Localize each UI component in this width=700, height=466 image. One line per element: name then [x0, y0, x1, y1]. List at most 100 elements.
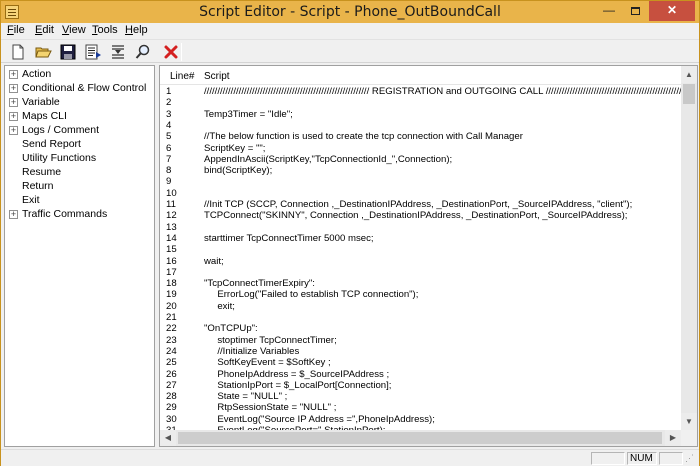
tree-item-variable[interactable]: + Variable — [9, 96, 60, 110]
code-line[interactable]: 8 bind(ScriptKey); — [160, 165, 681, 176]
code-text[interactable]: stoptimer TcpConnectTimer; — [204, 335, 336, 346]
new-file-icon[interactable] — [9, 43, 27, 61]
code-line[interactable]: 29 RtpSessionState = "NULL" ; — [160, 402, 681, 413]
code-text[interactable]: //Initialize Variables — [204, 346, 299, 357]
code-line[interactable]: 3 Temp3Timer = "Idle"; — [160, 109, 681, 120]
code-line[interactable]: 22 "OnTCPUp": — [160, 323, 681, 334]
code-line[interactable]: 28 State = "NULL" ; — [160, 391, 681, 402]
status-cell-blank — [591, 452, 625, 465]
menu-edit[interactable]: Edit — [35, 24, 54, 36]
status-cell-blank-2 — [659, 452, 683, 465]
menu-file[interactable]: File — [7, 24, 25, 36]
open-folder-icon[interactable] — [34, 43, 52, 61]
tree-item-return[interactable]: Return — [9, 180, 54, 194]
code-text[interactable]: ScriptKey = ""; — [204, 143, 265, 154]
code-line[interactable]: 4 — [160, 120, 681, 131]
code-text[interactable]: "OnTCPUp": — [204, 323, 258, 334]
code-line[interactable]: 5 //The below function is used to create … — [160, 131, 681, 142]
minimize-button[interactable]: — — [596, 1, 622, 21]
code-text[interactable]: ErrorLog("Failed to establish TCP connec… — [204, 289, 418, 300]
tree-item-utility-functions[interactable]: Utility Functions — [9, 152, 96, 166]
expand-icon[interactable]: + — [9, 83, 18, 93]
code-line[interactable]: 11 //Init TCP (SCCP, Connection ,_Destina… — [160, 199, 681, 210]
scrollbar-corner — [681, 430, 697, 446]
code-text[interactable]: //Init TCP (SCCP, Connection ,_Destinati… — [204, 199, 632, 210]
tree-item-maps-cli[interactable]: + Maps CLI — [9, 110, 67, 124]
code-line[interactable]: 10 — [160, 188, 681, 199]
code-line[interactable]: 26 PhoneIpAddress = $_SourceIPAddress ; — [160, 369, 681, 380]
code-line[interactable]: 20 exit; — [160, 301, 681, 312]
code-text[interactable]: "TcpConnectTimerExpiry": — [204, 278, 315, 289]
code-text[interactable]: Temp3Timer = "Idle"; — [204, 109, 293, 120]
code-text[interactable]: StationIpPort = $_LocalPort[Connection]; — [204, 380, 391, 391]
code-line[interactable]: 23 stoptimer TcpConnectTimer; — [160, 335, 681, 346]
code-line[interactable]: 14 starttimer TcpConnectTimer 5000 msec; — [160, 233, 681, 244]
expand-icon[interactable]: + — [9, 125, 18, 135]
delete-x-icon[interactable] — [162, 43, 180, 61]
code-line[interactable]: 17 — [160, 267, 681, 278]
tree-item-logs-comment[interactable]: + Logs / Comment — [9, 124, 99, 138]
code-text[interactable]: TCPConnect("SKINNY", Connection ,_Destin… — [204, 210, 627, 221]
vertical-scroll-thumb[interactable] — [683, 84, 695, 104]
scroll-right-icon[interactable]: ▶ — [665, 430, 681, 446]
code-line[interactable]: 12 TCPConnect("SKINNY", Connection ,_Dest… — [160, 210, 681, 221]
code-line[interactable]: 15 — [160, 244, 681, 255]
code-line[interactable]: 16 wait; — [160, 256, 681, 267]
code-line[interactable]: 21 — [160, 312, 681, 323]
code-line[interactable]: 7 AppendInAscii(ScriptKey,"TcpConnectionI… — [160, 154, 681, 165]
code-text[interactable]: ////////////////////////////////////////… — [204, 86, 697, 97]
code-line[interactable]: 13 — [160, 222, 681, 233]
expand-icon[interactable]: + — [9, 97, 18, 107]
code-line[interactable]: 9 — [160, 176, 681, 187]
scroll-left-icon[interactable]: ◀ — [160, 430, 176, 446]
editor-header: Line# Script — [160, 66, 681, 85]
vertical-scrollbar[interactable]: ▲ ▼ — [681, 66, 697, 430]
close-button[interactable]: ✕ — [649, 1, 695, 21]
code-line[interactable]: 30 EventLog("Source IP Address =",PhoneI… — [160, 414, 681, 425]
scroll-down-icon[interactable]: ▼ — [681, 413, 697, 430]
code-text[interactable]: State = "NULL" ; — [204, 391, 287, 402]
code-line[interactable]: 25 SoftKeyEvent = $SoftKey ; — [160, 357, 681, 368]
title-bar[interactable]: Script Editor - Script - Phone_OutBoundC… — [1, 1, 699, 23]
expand-icon[interactable]: + — [9, 69, 18, 79]
code-text[interactable]: bind(ScriptKey); — [204, 165, 272, 176]
tree-item-label: Traffic Commands — [22, 208, 108, 221]
tree-item-traffic-commands[interactable]: + Traffic Commands — [9, 208, 107, 222]
tree-item-conditional-flow-control[interactable]: + Conditional & Flow Control — [9, 82, 146, 96]
expand-icon[interactable]: + — [9, 111, 18, 121]
horizontal-scrollbar[interactable]: ◀ ▶ — [160, 430, 681, 446]
menu-view[interactable]: View — [62, 24, 86, 36]
code-text[interactable]: RtpSessionState = "NULL" ; — [204, 402, 336, 413]
code-text[interactable]: SoftKeyEvent = $SoftKey ; — [204, 357, 330, 368]
resize-grip-icon[interactable]: ⋰ — [685, 453, 697, 465]
code-line[interactable]: 27 StationIpPort = $_LocalPort[Connectio… — [160, 380, 681, 391]
tree-item-exit[interactable]: Exit — [9, 194, 40, 208]
tree-item-send-report[interactable]: Send Report — [9, 138, 81, 152]
code-line[interactable]: 19 ErrorLog("Failed to establish TCP con… — [160, 289, 681, 300]
code-text[interactable]: //The below function is used to create t… — [204, 131, 523, 142]
code-line[interactable]: 2 — [160, 97, 681, 108]
tree-item-resume[interactable]: Resume — [9, 166, 61, 180]
compile-icon[interactable] — [84, 43, 102, 61]
code-text[interactable]: wait; — [204, 256, 224, 267]
scroll-up-icon[interactable]: ▲ — [681, 66, 697, 83]
code-text[interactable]: AppendInAscii(ScriptKey,"TcpConnectionId… — [204, 154, 452, 165]
code-line[interactable]: 1 ///////////////////////////////////////… — [160, 86, 697, 97]
maximize-button[interactable] — [622, 1, 648, 21]
code-line[interactable]: 18 "TcpConnectTimerExpiry": — [160, 278, 681, 289]
expand-icon[interactable]: + — [9, 209, 18, 219]
code-text[interactable]: exit; — [204, 301, 235, 312]
script-editor[interactable]: Line# Script 1 //////////////////////////… — [159, 65, 698, 447]
find-icon[interactable] — [134, 43, 152, 61]
code-text[interactable]: PhoneIpAddress = $_SourceIPAddress ; — [204, 369, 389, 380]
save-disk-icon[interactable] — [59, 43, 77, 61]
horizontal-scroll-thumb[interactable] — [178, 432, 662, 444]
menu-help[interactable]: Help — [125, 24, 148, 36]
code-line[interactable]: 24 //Initialize Variables — [160, 346, 681, 357]
code-text[interactable]: EventLog("Source IP Address =",PhoneIpAd… — [204, 414, 435, 425]
code-line[interactable]: 6 ScriptKey = ""; — [160, 143, 681, 154]
tree-item-action[interactable]: + Action — [9, 68, 51, 82]
code-text[interactable]: starttimer TcpConnectTimer 5000 msec; — [204, 233, 374, 244]
step-icon[interactable] — [109, 43, 127, 61]
menu-tools[interactable]: Tools — [92, 24, 118, 36]
